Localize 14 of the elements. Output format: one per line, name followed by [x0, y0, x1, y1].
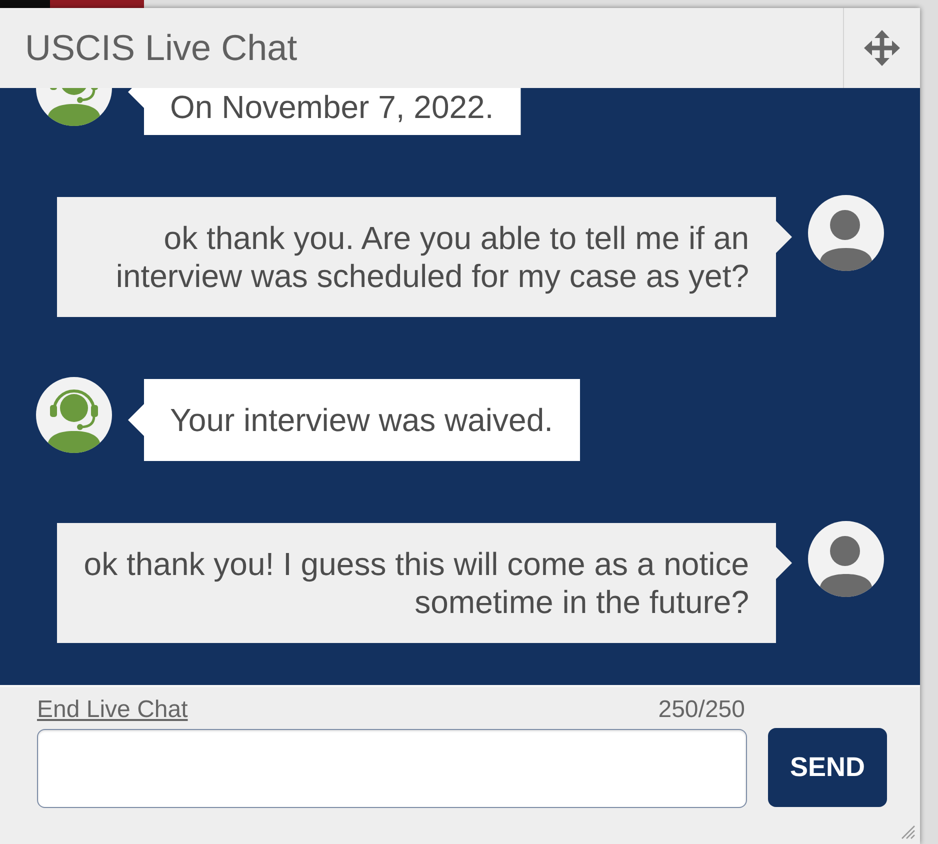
resize-grip-icon[interactable]: [901, 825, 915, 839]
message-text: ok thank you! I guess this will come as a notice sometime in the future?: [84, 546, 749, 620]
headset-avatar-icon: [36, 377, 112, 453]
character-counter: 250/250: [658, 696, 745, 723]
message-text: On November 7, 2022.: [170, 89, 494, 125]
window-title: USCIS Live Chat: [25, 27, 298, 69]
person-avatar-icon: [808, 195, 884, 271]
end-chat-link[interactable]: End Live Chat: [37, 696, 188, 723]
message-text: Your interview was waived.: [170, 402, 553, 438]
person-avatar-icon: [808, 521, 884, 597]
send-button[interactable]: SEND: [768, 728, 887, 807]
message-text: ok thank you. Are you able to tell me if an interview was scheduled for my case as yet?: [116, 220, 749, 294]
message-input[interactable]: [37, 729, 747, 808]
move-icon: [864, 30, 900, 66]
